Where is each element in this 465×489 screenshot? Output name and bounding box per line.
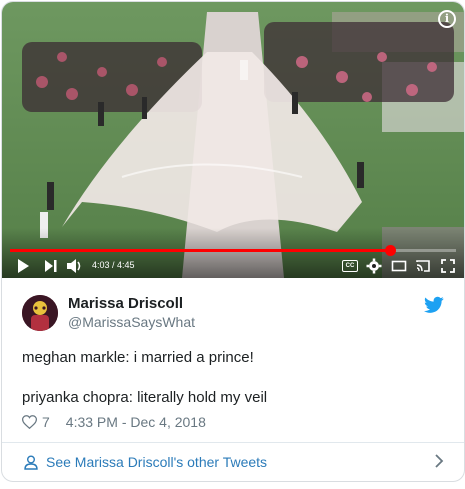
author-display-name[interactable]: Marissa Driscoll: [68, 295, 183, 312]
video-time: 4:03 / 4:45: [92, 260, 135, 270]
other-tweets-link-row[interactable]: See Marissa Driscoll's other Tweets: [2, 443, 464, 481]
person-icon: [24, 455, 38, 470]
tweet-text: meghan markle: i married a prince! priya…: [22, 348, 442, 408]
heart-outline-icon[interactable]: [22, 415, 37, 429]
info-icon[interactable]: i: [438, 10, 456, 28]
tweet-timestamp[interactable]: 4:33 PM - Dec 4, 2018: [66, 414, 206, 430]
play-icon[interactable]: [16, 258, 30, 274]
tweet-line: meghan markle: i married a prince!: [22, 349, 254, 366]
avatar-image: [22, 295, 58, 331]
twitter-bird-icon[interactable]: [424, 296, 444, 314]
avatar[interactable]: [22, 295, 58, 331]
progress-bar[interactable]: [10, 245, 456, 256]
tweet-line: priyanka chopra: literally hold my veil: [22, 389, 268, 406]
progress-fill: [10, 249, 391, 252]
chevron-right-icon[interactable]: [434, 453, 444, 469]
other-tweets-link[interactable]: See Marissa Driscoll's other Tweets: [46, 454, 267, 470]
like-count[interactable]: 7: [42, 414, 50, 430]
next-icon[interactable]: [44, 258, 58, 274]
tweet-meta: 7 4:33 PM - Dec 4, 2018: [22, 414, 206, 430]
embedded-tweet-card: i 4:03 / 4:45 CC Marissa Driscoll @Maris…: [1, 1, 465, 482]
cast-icon[interactable]: [415, 258, 431, 274]
settings-gear-icon[interactable]: [366, 258, 382, 274]
fullscreen-icon[interactable]: [440, 258, 456, 274]
author-handle[interactable]: @MarissaSaysWhat: [68, 314, 195, 330]
captions-icon[interactable]: CC: [342, 260, 358, 272]
video-player[interactable]: i 4:03 / 4:45 CC: [2, 2, 464, 278]
theater-mode-icon[interactable]: [391, 258, 407, 274]
volume-icon[interactable]: [66, 258, 84, 274]
